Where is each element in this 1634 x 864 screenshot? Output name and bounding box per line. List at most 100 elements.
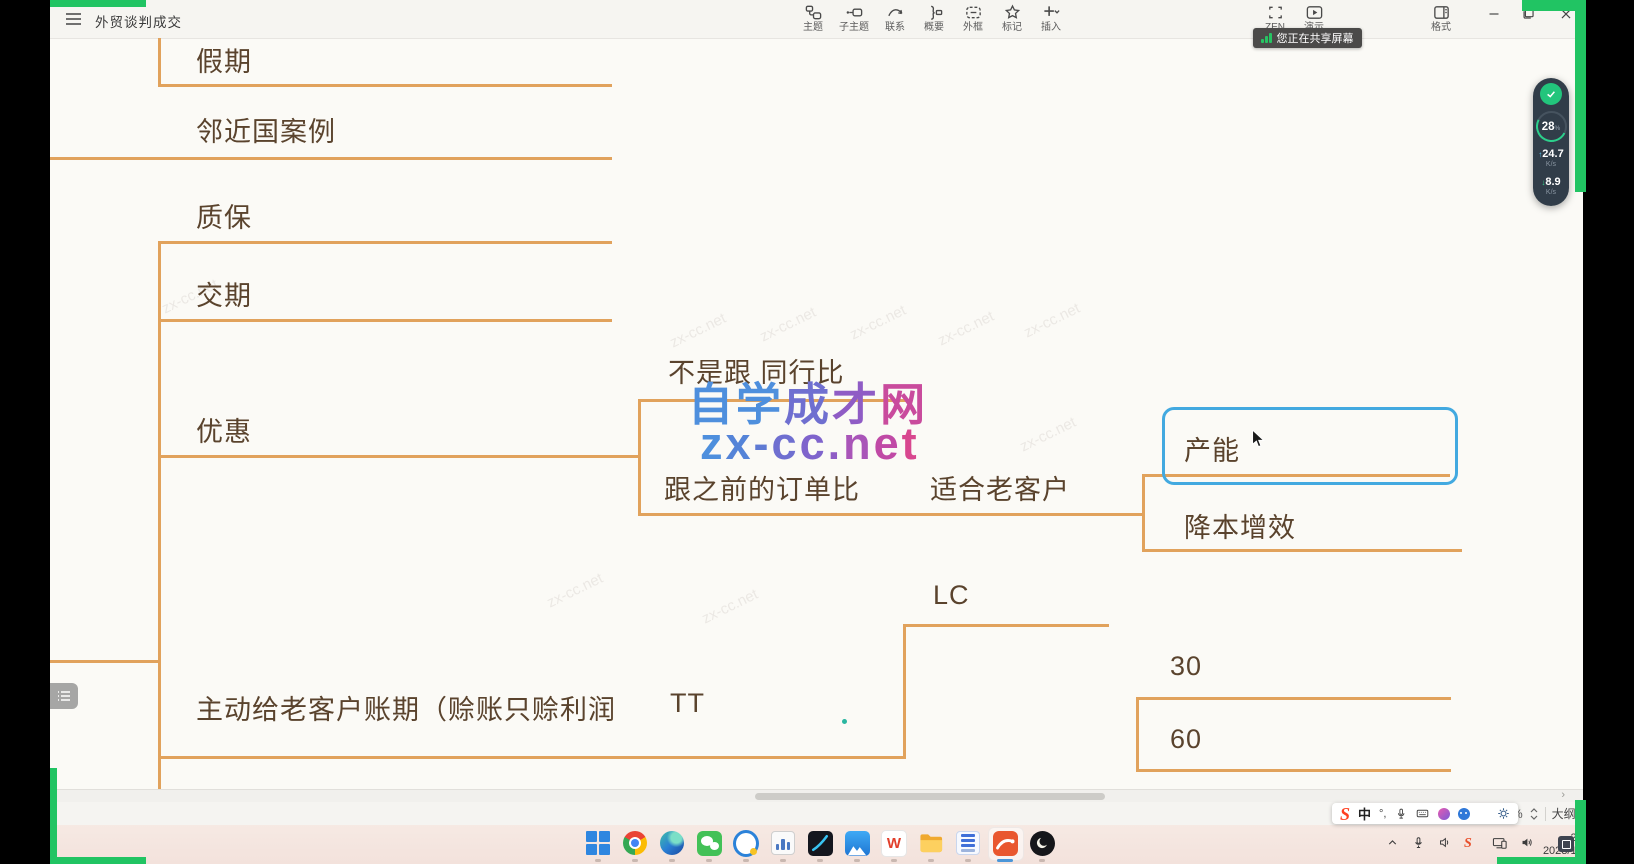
mindmap-node-neighbor-country-case[interactable]: 邻近国案例 <box>196 110 336 149</box>
insert-icon <box>1042 3 1061 22</box>
toolbar-insert-button[interactable]: 插入 <box>1038 3 1064 34</box>
screen-letterbox-right <box>1586 0 1634 864</box>
taskbar-video-editor-icon[interactable] <box>807 830 833 856</box>
ime-skin-button[interactable] <box>1438 808 1450 820</box>
tiled-watermark: zx-cc.net <box>1021 300 1082 342</box>
share-border-right-bottom <box>1575 800 1586 864</box>
document-title: 外贸谈判成交 <box>95 11 182 31</box>
download-value: 8.9 <box>1545 176 1560 188</box>
taskbar-running-indicator <box>928 859 934 862</box>
toolbar-relationship-button[interactable]: 联系 <box>882 3 908 34</box>
download-unit: K/s <box>1541 188 1560 198</box>
taskbar-chrome-icon[interactable] <box>622 830 648 856</box>
ime-assistant-button[interactable] <box>1458 808 1470 820</box>
scrollbar-thumb[interactable] <box>755 793 1105 800</box>
ime-punctuation-button[interactable]: °, <box>1379 808 1386 820</box>
taskbar-xmind-icon[interactable] <box>992 830 1018 856</box>
mindmap-node-cost-reduction[interactable]: 降本增效 <box>1184 506 1296 545</box>
marker-icon <box>1003 3 1022 22</box>
horizontal-scrollbar[interactable]: › <box>50 789 1583 803</box>
download-speed: ↓8.9 K/s <box>1541 177 1560 198</box>
zoom-control: % 大纲 <box>1512 802 1576 825</box>
branch-line <box>158 84 612 87</box>
taskbar-file-explorer-icon[interactable] <box>918 830 944 856</box>
taskbar-edge-icon[interactable] <box>659 830 685 856</box>
mindmap-canvas[interactable]: 假期邻近国案例质保交期优惠不是跟 同行比跟之前的订单比适合老客户产能降本增效主动… <box>50 38 1583 789</box>
tray-sound-mixer-icon[interactable] <box>1438 836 1452 849</box>
mindmap-node-delivery-time[interactable]: 交期 <box>196 274 252 313</box>
taskbar-browser-ring-icon[interactable] <box>733 830 759 856</box>
taskbar-night-mode-app-icon[interactable] <box>1029 830 1055 856</box>
ime-language-mode-button[interactable]: 中 <box>1358 804 1371 823</box>
zoom-stepper[interactable] <box>1529 806 1539 822</box>
taskbar-running-indicator <box>595 859 601 862</box>
taskbar-notepad-icon[interactable] <box>955 830 981 856</box>
scrollbar-right-arrow[interactable]: › <box>1561 789 1565 801</box>
tray-sogou-icon[interactable]: S <box>1464 836 1472 852</box>
mindmap-node-vs-previous-orders[interactable]: 跟之前的订单比 <box>664 468 860 507</box>
toolbar-subtopic-label: 子主题 <box>839 22 869 34</box>
notification-center-button[interactable] <box>1558 836 1574 852</box>
mindmap-node-credit-terms[interactable]: 主动给老客户账期（赊账只赊利润 <box>196 688 616 727</box>
windows-taskbar: W S 21:07 2023/12/20 <box>50 825 1583 864</box>
toolbar-summary-button[interactable]: 概要 <box>921 3 947 34</box>
mindmap-node-capacity[interactable]: 产能 <box>1184 429 1240 468</box>
taskbar-wechat-icon[interactable] <box>696 830 722 856</box>
taskbar-photos-icon[interactable] <box>770 830 796 856</box>
toolbar-main: 主题 子主题 联系概要外框标记 插入 <box>800 3 1064 34</box>
branch-line <box>1136 697 1451 700</box>
screen-share-tooltip-text: 您正在共享屏幕 <box>1277 30 1354 46</box>
minimize-icon <box>1485 5 1503 23</box>
ime-toolbox-button[interactable] <box>1478 808 1490 820</box>
zen-icon <box>1266 3 1285 22</box>
toolbar-format-button[interactable]: 格式 <box>1428 3 1454 34</box>
taskbar-running-indicator <box>817 859 823 862</box>
taskbar-start-button-icon[interactable] <box>585 830 611 856</box>
tiled-watermark: zx-cc.net <box>667 310 728 352</box>
branch-line <box>903 624 906 759</box>
toolbar-marker-button[interactable]: 标记 <box>999 3 1025 34</box>
toolbar-topic-button[interactable]: 主题 <box>800 3 826 34</box>
toolbar-format-label: 格式 <box>1431 22 1451 34</box>
mindmap-node-lc[interactable]: LC <box>933 580 970 611</box>
tray-mic-icon[interactable] <box>1412 836 1425 850</box>
branch-line <box>1142 549 1462 552</box>
present-icon <box>1305 3 1324 22</box>
minimize-button[interactable] <box>1481 2 1507 26</box>
toolbar-boundary-button[interactable]: 外框 <box>960 3 986 34</box>
taskbar-running-indicator <box>1039 859 1045 862</box>
outline-view-button[interactable]: 大纲 <box>1552 805 1576 822</box>
hamburger-menu-button[interactable] <box>62 9 84 29</box>
taskbar-running-indicator <box>891 859 897 862</box>
mindmap-node-discount[interactable]: 优惠 <box>196 410 252 449</box>
toolbar-topic-label: 主题 <box>803 22 823 34</box>
branch-line <box>1136 697 1139 772</box>
mindmap-node-tt[interactable]: TT <box>670 688 705 719</box>
mindmap-node-warranty[interactable]: 质保 <box>196 196 252 235</box>
ime-settings-button[interactable] <box>1497 807 1510 820</box>
toolbar-subtopic-button[interactable]: 子主题 <box>839 3 869 34</box>
taskbar-running-indicator <box>780 859 786 862</box>
taskbar-cloud-docs-icon[interactable] <box>844 830 870 856</box>
shield-check-icon <box>1540 83 1562 105</box>
ime-keyboard-button[interactable] <box>1415 807 1430 820</box>
branch-line <box>158 38 161 84</box>
mindmap-node-holiday[interactable]: 假期 <box>196 40 252 79</box>
mindmap-node-fit-old-customers[interactable]: 适合老客户 <box>930 468 1070 507</box>
taskbar-running-indicator <box>997 859 1013 862</box>
sogou-logo-icon[interactable]: S <box>1340 805 1350 823</box>
network-monitor-widget[interactable]: 28% ↑24.7 K/s ↓8.9 K/s <box>1533 78 1569 206</box>
taskbar-wps-icon[interactable]: W <box>881 830 907 856</box>
ime-mic-button[interactable] <box>1395 807 1407 821</box>
watermark-site-url: zx-cc.net <box>700 418 920 470</box>
status-bar: % 大纲 S 中 °, <box>50 802 1583 825</box>
tiled-watermark: zx-cc.net <box>699 586 760 628</box>
outline-panel-toggle-button[interactable] <box>50 683 78 709</box>
tray-chevron-up-button[interactable] <box>1386 836 1399 849</box>
toolbar-marker-label: 标记 <box>1002 22 1022 34</box>
branch-line <box>903 624 1109 627</box>
stray-mark <box>842 719 847 724</box>
mindmap-node-days-60[interactable]: 60 <box>1170 724 1202 755</box>
mindmap-node-days-30[interactable]: 30 <box>1170 651 1202 682</box>
share-border-bottom-left <box>50 857 146 864</box>
